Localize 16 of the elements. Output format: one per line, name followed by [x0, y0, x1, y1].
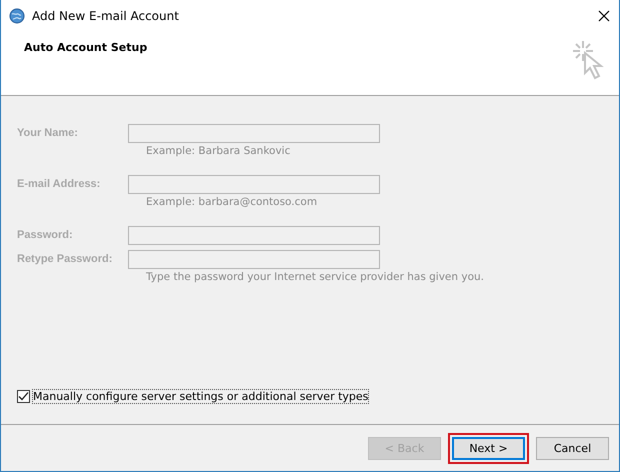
close-icon — [598, 10, 610, 22]
cursor-click-icon — [571, 39, 605, 81]
field-label: Your Name: — [17, 127, 79, 139]
window-title: Add New E-mail Account — [32, 8, 179, 22]
dialog-button[interactable]: Cancel — [536, 436, 609, 460]
hint-text: Example: Barbara Sankovic — [146, 145, 290, 157]
globe-icon — [9, 8, 25, 24]
checkbox-label[interactable]: Manually configure server settings or additional server types — [32, 389, 370, 404]
field-label: Password: — [17, 229, 74, 241]
hint-text: Type the password your Internet service provider has given you. — [146, 271, 484, 283]
hint-text: Example: barbara@contoso.com — [146, 196, 318, 208]
checkbox[interactable] — [17, 390, 30, 403]
field-label: E-mail Address: — [17, 178, 102, 190]
page-heading: Auto Account Setup — [24, 41, 148, 54]
dialog-button[interactable]: Next > — [452, 436, 525, 460]
field-label: Retype Password: — [17, 253, 114, 265]
